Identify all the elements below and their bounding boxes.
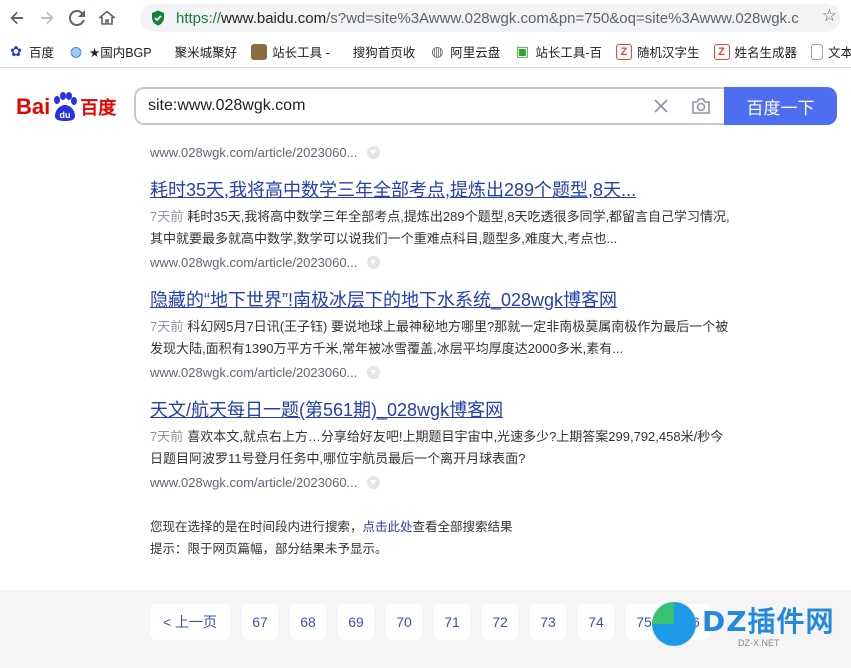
result-abstract-text: 耗时35天,我将高中数学三年全部考点,提炼出289个题型,8天吃透很多同学,都留… bbox=[150, 209, 730, 246]
dropdown-triangle-icon[interactable] bbox=[367, 255, 381, 269]
url-path: /s?wd=site%3Awww.028wgk.com&pn=750&oq=si… bbox=[326, 9, 799, 27]
page-number-button[interactable]: 74 bbox=[578, 604, 614, 640]
bookmark-item[interactable]: 聚米城聚好 bbox=[166, 42, 238, 61]
search-query[interactable]: site:www.028wgk.com bbox=[148, 97, 648, 115]
page-number-button[interactable]: 68 bbox=[290, 604, 326, 640]
search-result: 隐藏的“地下世界”!南极冰层下的地下水系统_028wgk博客网 7天前 科幻网5月7… bbox=[150, 286, 730, 384]
watermark-sub: DZ-X.NET bbox=[738, 638, 780, 648]
dropdown-triangle-icon[interactable] bbox=[367, 145, 381, 159]
bookmark-label: ★国内BGP bbox=[89, 46, 152, 60]
search-input[interactable]: site:www.028wgk.com bbox=[134, 87, 728, 125]
result-age: 7天前 bbox=[150, 319, 184, 334]
time-range-notice: 您现在选择的是在时间段内进行搜索，点击此处查看全部搜索结果 提示：限于网页篇幅，… bbox=[150, 516, 513, 560]
bookmark-item[interactable]: Z 姓名生成器 bbox=[713, 42, 798, 61]
bookmark-item[interactable]: ◍ 阿里云盘 bbox=[429, 42, 500, 61]
bookmark-star-icon[interactable]: ☆ bbox=[817, 6, 837, 26]
bookmark-label: 姓名生成器 bbox=[734, 46, 798, 60]
bookmark-label: 搜狗首页收 bbox=[352, 46, 416, 60]
logo-text-bai: Bai bbox=[16, 94, 51, 119]
reload-icon[interactable] bbox=[64, 5, 90, 31]
bookmark-item[interactable]: ▣ 站长工具-百 bbox=[514, 42, 602, 61]
globe-icon: ◍ bbox=[69, 43, 83, 59]
show-all-link[interactable]: 点击此处 bbox=[363, 520, 413, 534]
page-number-button[interactable]: 70 bbox=[386, 604, 422, 640]
bookmarks-bar: ✿ 百度 ◍ ★国内BGP 聚米城聚好 站长工具 - 搜狗首页收 ◍ 阿里云盘 ▣ 站长工具-百 Z 随… bbox=[0, 36, 851, 68]
bookmark-item[interactable]: 站长工具 - bbox=[251, 42, 330, 61]
browser-toolbar: https://www.baidu.com/s?wd=site%3Awww.02… bbox=[0, 0, 851, 36]
result-age: 7天前 bbox=[150, 429, 184, 444]
result-abstract: 7天前 喜欢本文,就点右上方…分享给好友吧!上期题目宇宙中,光速多少?上期答案29… bbox=[150, 426, 730, 470]
clear-icon[interactable] bbox=[648, 93, 674, 119]
logo-paw-text: du bbox=[60, 110, 71, 120]
search-button[interactable]: 百度一下 bbox=[724, 87, 837, 125]
blank-page-icon bbox=[344, 44, 348, 60]
bookmark-item[interactable]: 文本 bbox=[811, 42, 851, 61]
bookmark-label: 站长工具-百 bbox=[535, 46, 602, 60]
forward-arrow-icon[interactable] bbox=[34, 5, 60, 31]
result-abstract: 7天前 科幻网5月7日讯(王子钰) 要说地球上最神秘地方哪里?那就一定非南极莫属南… bbox=[150, 316, 730, 360]
page-number-button[interactable]: 71 bbox=[434, 604, 470, 640]
bookmark-label: 文本 bbox=[828, 46, 851, 60]
notice-line-1: 您现在选择的是在时间段内进行搜索，点击此处查看全部搜索结果 bbox=[150, 516, 513, 538]
dz-watermark-logo: DZ插件网 DZ-X.NET bbox=[646, 596, 846, 652]
result-url[interactable]: www.028wgk.com/article/2023060... bbox=[150, 250, 730, 274]
result-title-link[interactable]: 耗时35天,我将高中数学三年全部考点,提炼出289个题型,8天... bbox=[150, 176, 730, 204]
result-url-text: www.028wgk.com/article/2023060... bbox=[150, 474, 358, 490]
page-number-button[interactable]: 72 bbox=[482, 604, 518, 640]
z-logo-icon: Z bbox=[713, 43, 730, 60]
result-url-text: www.028wgk.com/article/2023060... bbox=[150, 254, 358, 270]
bookmark-item[interactable]: ◍ ★国内BGP bbox=[68, 42, 152, 61]
z-logo-icon: Z bbox=[615, 43, 632, 60]
result-url-text: www.028wgk.com/article/2023060... bbox=[150, 364, 358, 380]
dropdown-triangle-icon[interactable] bbox=[367, 365, 381, 379]
bookmark-label: 阿里云盘 bbox=[450, 46, 501, 60]
bookmark-label: 站长工具 - bbox=[272, 46, 330, 60]
bookmark-item[interactable]: ✿ 百度 bbox=[8, 42, 54, 61]
cat-avatar-icon bbox=[251, 43, 268, 60]
baidu-header: Bai du 百度 site:www.028wgk.com 百度一下 bbox=[0, 69, 851, 139]
bookmark-item[interactable]: 搜狗首页收 bbox=[344, 42, 416, 61]
camera-icon[interactable] bbox=[688, 93, 714, 119]
address-bar[interactable]: https://www.baidu.com/s?wd=site%3Awww.02… bbox=[140, 4, 840, 32]
notice-text: 您现在选择的是在时间段内进行搜索， bbox=[150, 520, 363, 534]
shield-check-icon bbox=[152, 10, 164, 26]
page-number-button[interactable]: 69 bbox=[338, 604, 374, 640]
bookmark-item[interactable]: Z 随机汉字生 bbox=[615, 42, 700, 61]
home-icon[interactable] bbox=[94, 5, 120, 31]
results-list: www.028wgk.com/article/2023060... 耗时35天,… bbox=[150, 140, 730, 494]
document-icon bbox=[811, 43, 824, 60]
page-number-button[interactable]: 67 bbox=[242, 604, 278, 640]
search-result: 天文/航天每日一题(第561期)_028wgk博客网 7天前 喜欢本文,就点右上方…… bbox=[150, 396, 730, 494]
baidu-paw-icon: du bbox=[51, 92, 79, 122]
back-arrow-icon[interactable] bbox=[4, 5, 30, 31]
bookmark-label: 百度 bbox=[29, 46, 55, 60]
notice-text: 查看全部搜索结果 bbox=[412, 520, 513, 534]
url-scheme: https:// bbox=[176, 9, 222, 27]
result-abstract-text: 喜欢本文,就点右上方…分享给好友吧!上期题目宇宙中,光速多少?上期答案299,7… bbox=[150, 429, 724, 466]
logo-text-cn: 百度 bbox=[80, 98, 117, 119]
chinaz-icon: ▣ bbox=[515, 43, 529, 59]
result-url[interactable]: www.028wgk.com/article/2023060... bbox=[150, 140, 730, 164]
baidu-paw-icon: ✿ bbox=[10, 43, 22, 59]
result-abstract: 7天前 耗时35天,我将高中数学三年全部考点,提炼出289个题型,8天吃透很多同学… bbox=[150, 206, 730, 250]
result-age: 7天前 bbox=[150, 209, 184, 224]
result-abstract-text: 科幻网5月7日讯(王子钰) 要说地球上最神秘地方哪里?那就一定非南极莫属南极作为… bbox=[150, 319, 729, 356]
bookmark-label: 随机汉字生 bbox=[636, 46, 700, 60]
result-url-text: www.028wgk.com/article/2023060... bbox=[150, 144, 358, 160]
url-host: www.baidu.com bbox=[221, 9, 327, 27]
prev-page-button[interactable]: < 上一页 bbox=[150, 604, 230, 640]
page-number-button[interactable]: 73 bbox=[530, 604, 566, 640]
bookmark-label: 聚米城聚好 bbox=[174, 46, 238, 60]
result-title-link[interactable]: 隐藏的“地下世界”!南极冰层下的地下水系统_028wgk博客网 bbox=[150, 286, 730, 314]
result-title-link[interactable]: 天文/航天每日一题(第561期)_028wgk博客网 bbox=[150, 396, 730, 424]
globe-icon: ◍ bbox=[431, 43, 444, 59]
blank-page-icon bbox=[166, 44, 170, 60]
search-result: 耗时35天,我将高中数学三年全部考点,提炼出289个题型,8天... 7天前 耗时3… bbox=[150, 176, 730, 274]
notice-line-2: 提示：限于网页篇幅，部分结果未予显示。 bbox=[150, 542, 388, 556]
watermark-text: DZ插件网 bbox=[702, 605, 835, 638]
dropdown-triangle-icon[interactable] bbox=[367, 475, 381, 489]
result-url[interactable]: www.028wgk.com/article/2023060... bbox=[150, 360, 730, 384]
baidu-logo[interactable]: Bai du 百度 bbox=[16, 89, 116, 125]
result-url[interactable]: www.028wgk.com/article/2023060... bbox=[150, 470, 730, 494]
